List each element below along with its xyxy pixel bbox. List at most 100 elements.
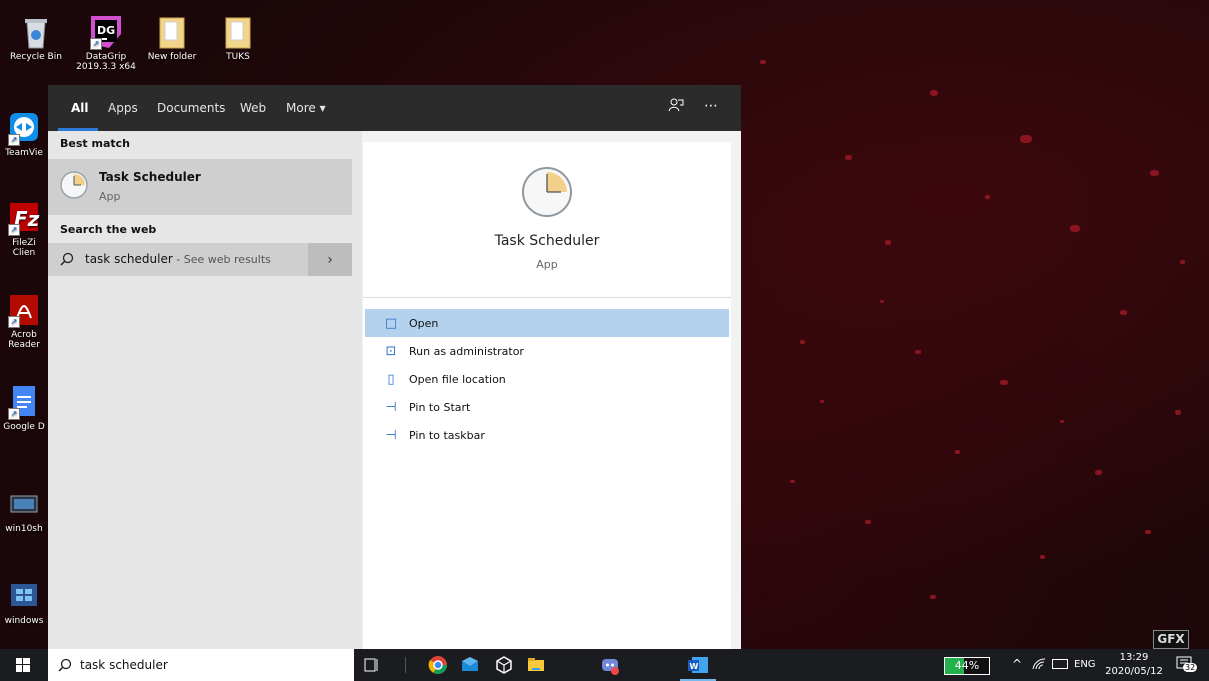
desktop-icon-label: DataGrip xyxy=(85,52,127,62)
discord-icon[interactable] xyxy=(600,655,620,675)
start-search-panel: All Apps Documents Web More ▾ ⋯ Best mat… xyxy=(48,85,741,649)
run-as-admin-action[interactable]: ⊡ Run as administrator xyxy=(365,337,729,365)
shortcut-arrow-icon: ↗ xyxy=(8,224,20,236)
open-action[interactable]: □ Open xyxy=(365,309,729,337)
web-result-arrow[interactable]: › xyxy=(308,243,352,276)
wallpaper-speck xyxy=(915,350,921,354)
preview-title: Task Scheduler xyxy=(494,233,600,249)
teamviewer-shortcut[interactable]: ↗ TeamVie xyxy=(0,110,54,158)
word-icon[interactable]: W xyxy=(686,655,710,675)
battery-icon[interactable] xyxy=(1052,659,1068,669)
search-filter-bar: All Apps Documents Web More ▾ ⋯ xyxy=(48,85,741,131)
chevron-up-icon[interactable]: ^ xyxy=(1012,657,1022,671)
web-result-query: task scheduler xyxy=(85,252,173,266)
tuks-folder-shortcut[interactable]: TUKS xyxy=(208,14,268,62)
wallpaper-speck xyxy=(885,240,891,245)
open-icon: □ xyxy=(384,315,398,331)
search-input[interactable]: task scheduler xyxy=(80,658,168,672)
open-file-location-action[interactable]: ▯ Open file location xyxy=(365,365,729,393)
tab-documents[interactable]: Documents xyxy=(157,101,225,115)
action-label: Pin to taskbar xyxy=(409,428,485,442)
feedback-icon[interactable] xyxy=(668,97,684,113)
shortcut-arrow-icon: ↗ xyxy=(8,134,20,146)
notification-icon[interactable]: 32 xyxy=(1176,656,1198,677)
desktop-icon-label: New folder xyxy=(147,52,197,62)
action-label: Open file location xyxy=(409,372,506,386)
web-result-item[interactable]: task scheduler - See web results › xyxy=(48,243,352,276)
tab-apps[interactable]: Apps xyxy=(108,101,138,115)
wallpaper-speck xyxy=(880,300,884,303)
wallpaper-speck xyxy=(790,480,795,483)
battery-indicator[interactable]: 44% xyxy=(944,657,990,675)
wallpaper-speck xyxy=(1020,135,1032,143)
desktop-icon-label: TeamVie xyxy=(5,148,43,158)
wallpaper-speck xyxy=(845,155,852,160)
svg-text:DG: DG xyxy=(97,24,115,37)
pin-to-start-action[interactable]: ⊣ Pin to Start xyxy=(365,393,729,421)
desktop-icon-label: FileZi xyxy=(12,238,36,248)
chevron-right-icon: › xyxy=(327,251,333,268)
file-location-icon: ▯ xyxy=(387,371,395,387)
google-docs-shortcut[interactable]: ↗ Google D xyxy=(0,384,54,432)
wallpaper-speck xyxy=(1175,410,1181,415)
filezilla-shortcut[interactable]: Fz ↗ FileZi Clien xyxy=(0,200,54,258)
wallpaper-speck xyxy=(1120,310,1127,315)
wallpaper-speck xyxy=(760,60,766,64)
best-match-title: Task Scheduler xyxy=(99,170,201,184)
more-options-icon[interactable]: ⋯ xyxy=(704,98,718,114)
new-folder-shortcut[interactable]: New folder xyxy=(142,14,202,62)
desktop-icon-sublabel: Clien xyxy=(12,248,36,258)
desktop-icon-label: Acrob xyxy=(11,330,37,340)
language-indicator[interactable]: ENG xyxy=(1074,659,1096,670)
virtualbox-icon[interactable] xyxy=(494,655,514,675)
windows-shortcut[interactable]: windows xyxy=(0,578,54,626)
monitor-icon xyxy=(7,486,41,522)
gfx-badge: GFX xyxy=(1153,630,1189,649)
notification-count: 32 xyxy=(1183,663,1198,672)
svg-text:W: W xyxy=(690,662,699,671)
datagrip-icon: DG ↗ xyxy=(89,14,123,50)
wallpaper-speck xyxy=(1150,170,1159,176)
action-label: Run as administrator xyxy=(409,344,524,358)
web-result-suffix: - See web results xyxy=(172,253,271,266)
task-view-icon[interactable] xyxy=(362,655,382,675)
folder-icon xyxy=(155,14,189,50)
wallpaper-speck xyxy=(985,195,990,199)
wallpaper-speck xyxy=(1070,225,1080,232)
windows-start-icon[interactable] xyxy=(16,658,30,675)
best-match-item[interactable]: Task Scheduler App xyxy=(48,159,352,215)
clock-icon xyxy=(59,170,89,203)
desktop-icon-sublabel: 2019.3.3 x64 xyxy=(76,62,136,72)
tab-all[interactable]: All xyxy=(71,101,89,115)
folder-icon xyxy=(221,14,255,50)
wallpaper-speck xyxy=(1180,260,1185,264)
wallpaper-speck xyxy=(1060,420,1064,423)
preview-pane: Task Scheduler App □ Open ⊡ Run as admin… xyxy=(363,142,731,649)
wifi-icon[interactable] xyxy=(1032,657,1046,674)
pin-icon: ⊣ xyxy=(385,399,397,415)
pin-to-taskbar-action[interactable]: ⊣ Pin to taskbar xyxy=(365,421,729,449)
acrobat-shortcut[interactable]: ↗ Acrob Reader xyxy=(0,292,54,350)
file-explorer-icon[interactable] xyxy=(526,655,546,675)
win10sh-shortcut[interactable]: win10sh xyxy=(0,486,54,534)
tab-web[interactable]: Web xyxy=(240,101,266,115)
shield-run-icon: ⊡ xyxy=(385,343,397,359)
wallpaper-speck xyxy=(1000,380,1008,385)
wallpaper-speck xyxy=(1145,530,1151,534)
tab-more[interactable]: More ▾ xyxy=(286,101,326,115)
google-docs-icon: ↗ xyxy=(7,384,41,420)
recycle-bin-shortcut[interactable]: Recycle Bin xyxy=(6,14,66,62)
desktop-icon-label: win10sh xyxy=(5,524,43,534)
desktop-icon-label: windows xyxy=(4,616,44,626)
action-label: Pin to Start xyxy=(409,400,471,414)
wallpaper-speck xyxy=(930,595,936,599)
taskbar: task scheduler W 44% ^ ENG 13:29 2020/05… xyxy=(0,649,1209,681)
preview-divider xyxy=(363,297,731,298)
mail-icon[interactable] xyxy=(460,655,480,675)
desktop-icon-label: TUKS xyxy=(226,52,250,62)
datagrip-shortcut[interactable]: DG ↗ DataGrip 2019.3.3 x64 xyxy=(76,14,136,72)
taskbar-search-box[interactable]: task scheduler xyxy=(48,649,354,681)
wallpaper-speck xyxy=(1040,555,1045,559)
clock[interactable]: 13:29 2020/05/12 xyxy=(1104,651,1164,679)
chrome-icon[interactable] xyxy=(428,655,448,675)
